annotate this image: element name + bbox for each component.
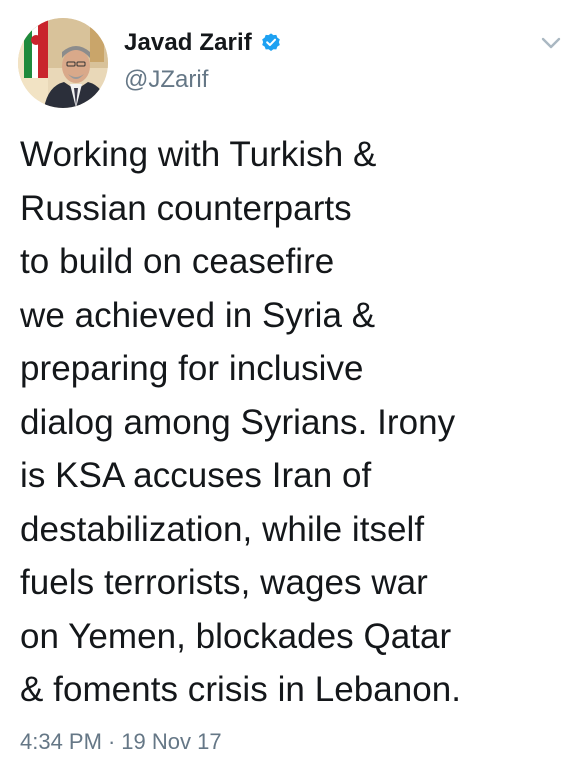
meta-separator: · <box>107 729 116 755</box>
tweet-date: 19 Nov 17 <box>121 729 222 755</box>
tweet-time: 4:34 PM <box>20 729 102 755</box>
tweet-card: Javad Zarif @JZarif Working with Turkish… <box>0 0 580 768</box>
display-name[interactable]: Javad Zarif <box>124 29 252 57</box>
avatar-image <box>18 18 108 108</box>
tweet-timestamp[interactable]: 4:34 PM · 19 Nov 17 <box>20 728 222 755</box>
avatar[interactable] <box>18 18 108 108</box>
chevron-down-icon[interactable] <box>540 34 562 52</box>
user-handle[interactable]: @JZarif <box>124 66 208 94</box>
name-row: Javad Zarif <box>124 26 282 60</box>
tweet-text: Working with Turkish & Russian counterpa… <box>20 135 462 709</box>
verified-badge-icon <box>260 32 282 54</box>
